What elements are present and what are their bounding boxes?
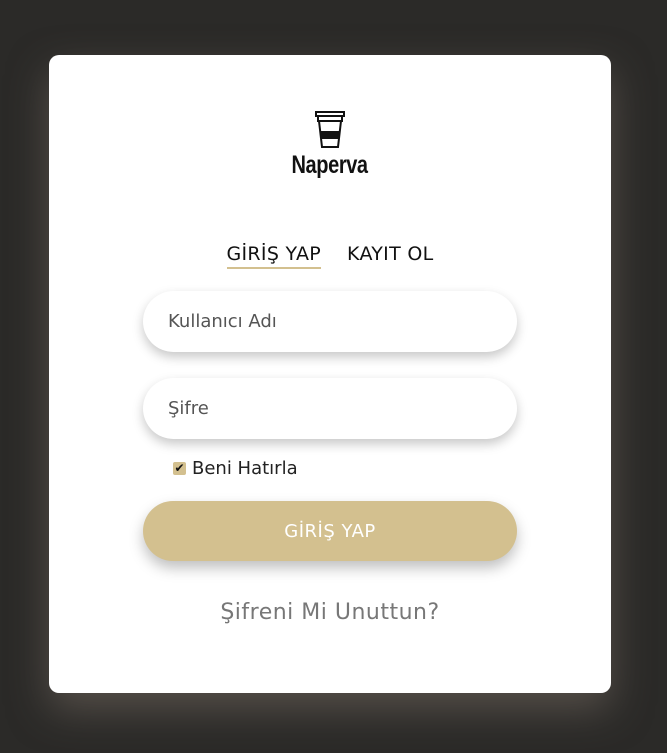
tab-login[interactable]: GİRİŞ YAP bbox=[226, 243, 322, 269]
coffee-cup-icon bbox=[315, 111, 345, 148]
remember-checkbox[interactable]: ✔ bbox=[173, 462, 186, 475]
password-field bbox=[143, 378, 517, 439]
brand-logo: Naperva bbox=[49, 111, 611, 180]
checkmark-icon: ✔ bbox=[174, 461, 185, 475]
forgot-password-link[interactable]: Şifreni Mi Unuttun? bbox=[49, 600, 611, 625]
remember-label[interactable]: Beni Hatırla bbox=[192, 458, 298, 479]
username-input[interactable] bbox=[143, 291, 517, 352]
login-button[interactable]: GİRİŞ YAP bbox=[143, 501, 517, 561]
auth-tabs: GİRİŞ YAP KAYIT OL bbox=[49, 243, 611, 269]
login-card: Naperva GİRİŞ YAP KAYIT OL ✔ Beni Hatırl… bbox=[49, 55, 611, 693]
username-field bbox=[143, 291, 517, 352]
brand-name: Naperva bbox=[291, 151, 369, 179]
tab-register[interactable]: KAYIT OL bbox=[347, 243, 433, 269]
password-input[interactable] bbox=[143, 378, 517, 439]
remember-me: ✔ Beni Hatırla bbox=[173, 458, 298, 479]
